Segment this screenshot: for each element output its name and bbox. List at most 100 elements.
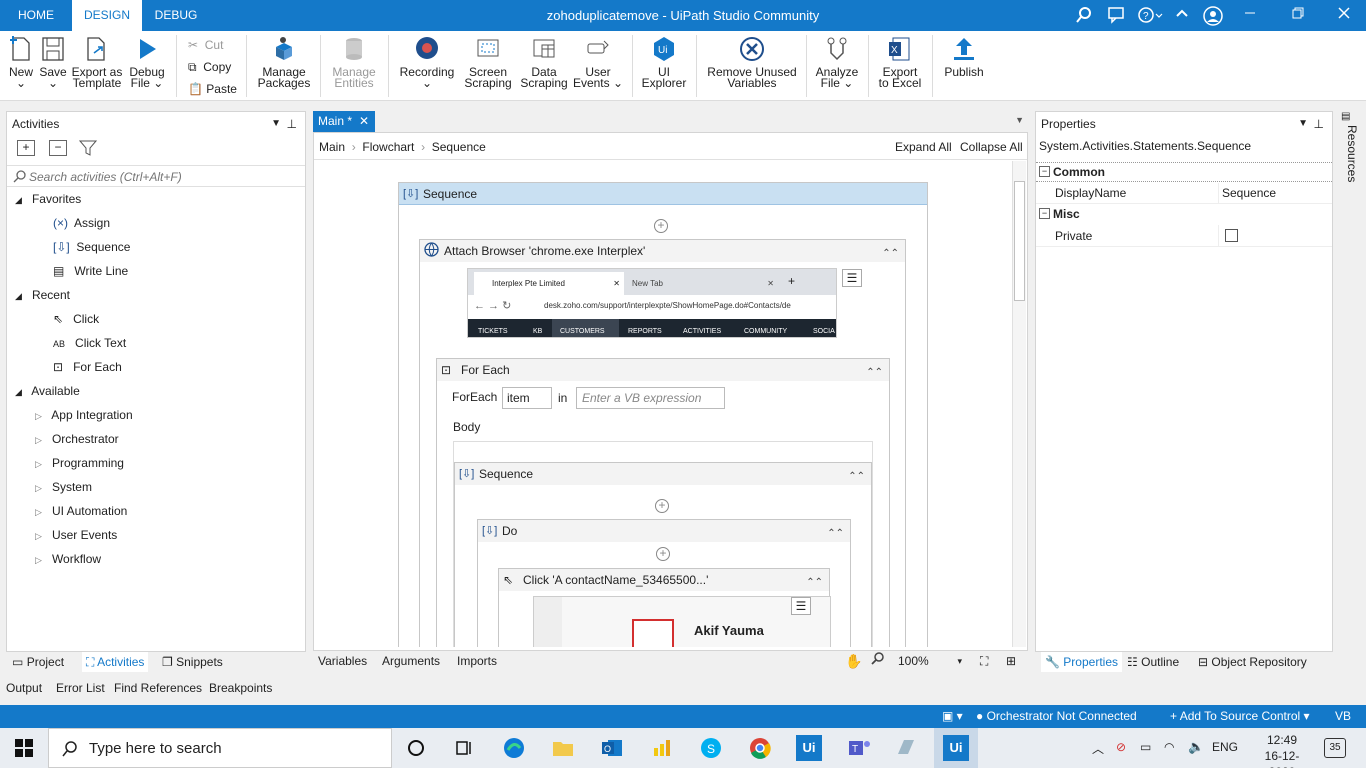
export-template-button[interactable]: Export as Template	[70, 33, 124, 97]
tree-orchestrator[interactable]: ▷ Orchestrator	[35, 428, 119, 450]
language-indicator[interactable]: ENG	[1212, 740, 1238, 754]
displayname-input[interactable]: Sequence	[1222, 183, 1276, 203]
sequence-header[interactable]: [⇩] Sequence	[399, 183, 927, 205]
tab-find-references[interactable]: Find References	[114, 678, 202, 698]
tabs-dropdown-icon[interactable]: ▼	[1015, 115, 1024, 125]
publish-button[interactable]: Publish	[938, 33, 990, 97]
tab-breakpoints[interactable]: Breakpoints	[209, 678, 272, 698]
uipath-assistant-icon[interactable]: Ui	[796, 735, 822, 761]
tree-item-click-text[interactable]: AB Click Text	[53, 332, 126, 354]
skype-icon[interactable]: S	[699, 736, 723, 763]
data-scraping-button[interactable]: Data Scraping	[516, 33, 572, 97]
tree-item-write-line[interactable]: ▤ Write Line	[53, 260, 128, 282]
for-each-activity[interactable]: ⊡ For Each ⌃⌃ ForEach item in Enter a VB…	[436, 358, 890, 647]
file-explorer-icon[interactable]	[551, 736, 575, 763]
sequence-activity[interactable]: [⇩] Sequence + Attach Browser 'chrome.ex…	[398, 182, 928, 647]
screen-scraping-button[interactable]: Screen Scraping	[460, 33, 516, 97]
foreach-expression-input[interactable]: Enter a VB expression	[576, 387, 725, 409]
recording-button[interactable]: Recording ⌄	[396, 33, 458, 97]
tree-item-for-each[interactable]: ⊡ For Each	[53, 356, 122, 378]
click-header[interactable]: ⇖ Click 'A contactName_53465500...' ⌃⌃	[499, 569, 829, 591]
tree-item-assign[interactable]: (×) Assign	[53, 212, 110, 234]
tree-item-click[interactable]: ⇖ Click	[53, 308, 99, 330]
notifications-badge[interactable]: 35	[1324, 738, 1346, 758]
add-activity-icon[interactable]: +	[654, 219, 668, 233]
network-alert-icon[interactable]: ⊘	[1116, 740, 1126, 754]
source-control-button[interactable]: + Add To Source Control ▾	[1170, 705, 1310, 728]
manage-packages-button[interactable]: Manage Packages	[254, 33, 314, 97]
collapse-icon[interactable]: ⌃⌃	[882, 243, 899, 265]
save-button[interactable]: Save ⌄	[38, 33, 68, 97]
chrome-icon[interactable]	[748, 736, 772, 763]
tab-variables[interactable]: Variables	[318, 651, 367, 671]
dropdown-icon[interactable]: ▼	[1298, 112, 1308, 136]
ui-explorer-button[interactable]: Ui UI Explorer	[638, 33, 690, 97]
collapse-all-link[interactable]: Collapse All	[960, 137, 1023, 157]
expand-all-link[interactable]: Expand All	[895, 137, 952, 157]
tree-app-integration[interactable]: ▷ App Integration	[35, 404, 133, 426]
common-category[interactable]: − Common	[1036, 162, 1332, 182]
help-icon[interactable]: ?	[1136, 6, 1164, 26]
system-tray-chevron-icon[interactable]: ︿	[1092, 740, 1104, 757]
inner-sequence-header[interactable]: [⇩] Sequence ⌃⌃	[455, 463, 871, 485]
edge-icon[interactable]	[502, 736, 526, 763]
collapse-icon[interactable]: −	[1039, 208, 1050, 219]
click-activity[interactable]: ⇖ Click 'A contactName_53465500...' ⌃⌃ A…	[498, 568, 831, 647]
tab-error-list[interactable]: Error List	[56, 678, 105, 698]
collapse-all-icon[interactable]: −	[49, 140, 67, 156]
clock[interactable]: 12:49 16-12-2020	[1252, 732, 1312, 768]
collapse-icon[interactable]: ⌃⌃	[806, 572, 823, 594]
vertical-scrollbar[interactable]	[1012, 161, 1026, 647]
close-icon[interactable]	[1334, 6, 1354, 26]
activities-search[interactable]	[7, 165, 305, 187]
expand-all-icon[interactable]: +	[17, 140, 35, 156]
minimize-icon[interactable]	[1240, 6, 1260, 26]
breadcrumb-flowchart[interactable]: Flowchart	[362, 140, 414, 154]
do-header[interactable]: [⇩] Do ⌃⌃	[478, 520, 850, 542]
collapse-icon[interactable]: ⌃⌃	[866, 362, 883, 384]
app-icon[interactable]	[894, 736, 918, 763]
zoom-icon[interactable]	[871, 651, 885, 671]
status-bar-icon[interactable]: ▣ ▾	[942, 705, 963, 728]
add-activity-icon[interactable]: +	[655, 499, 669, 513]
menu-icon[interactable]: ☰	[842, 269, 862, 287]
breadcrumb-sequence[interactable]: Sequence	[432, 140, 486, 154]
new-button[interactable]: New ⌄	[6, 33, 36, 97]
do-activity[interactable]: [⇩] Do ⌃⌃ + ⇖ Click 'A contactName_53465…	[477, 519, 851, 647]
tab-arguments[interactable]: Arguments	[382, 651, 440, 671]
restore-icon[interactable]	[1288, 6, 1308, 26]
private-checkbox[interactable]	[1225, 229, 1238, 242]
tree-workflow[interactable]: ▷ Workflow	[35, 548, 101, 570]
collapse-icon[interactable]: −	[1039, 166, 1050, 177]
tab-project[interactable]: ▭ Project	[12, 652, 64, 672]
tree-system[interactable]: ▷ System	[35, 476, 92, 498]
remove-unused-variables-button[interactable]: Remove Unused Variables	[704, 33, 800, 97]
pin-icon[interactable]: ⊥	[1314, 112, 1324, 136]
manage-entities-button[interactable]: Manage Entities	[328, 33, 380, 97]
user-events-button[interactable]: User Events ⌄	[572, 33, 624, 97]
resources-side-tab[interactable]: ▤ Resources	[1337, 111, 1361, 191]
dropdown-icon[interactable]: ▼	[271, 112, 281, 136]
export-excel-button[interactable]: X Export to Excel	[874, 33, 926, 97]
collapse-icon[interactable]: ⌃⌃	[848, 466, 865, 488]
tab-activities[interactable]: ⛶ Activities	[82, 652, 149, 672]
tab-outline[interactable]: ☷ Outline	[1127, 652, 1179, 672]
teams-icon[interactable]: T	[846, 736, 872, 763]
pin-icon[interactable]: ⊥	[287, 112, 297, 136]
orchestrator-status[interactable]: ● Orchestrator Not Connected	[976, 705, 1137, 728]
scrollbar-thumb[interactable]	[1014, 181, 1025, 301]
tree-available[interactable]: ◢ Available	[15, 380, 80, 402]
account-icon[interactable]	[1203, 6, 1223, 26]
filter-icon[interactable]	[78, 140, 98, 159]
misc-category[interactable]: − Misc	[1036, 205, 1332, 225]
menu-icon[interactable]: ☰	[791, 597, 811, 615]
windows-start-icon[interactable]	[14, 738, 34, 761]
chevron-up-icon[interactable]	[1172, 6, 1192, 26]
tab-design[interactable]: DESIGN	[72, 0, 142, 31]
cut-button[interactable]: ✂ Cut	[188, 35, 223, 55]
tab-imports[interactable]: Imports	[457, 651, 497, 671]
outlook-icon[interactable]: O	[600, 736, 624, 763]
task-view-icon[interactable]	[454, 738, 474, 761]
for-each-header[interactable]: ⊡ For Each ⌃⌃	[437, 359, 889, 381]
copy-button[interactable]: ⧉ Copy	[188, 57, 231, 77]
